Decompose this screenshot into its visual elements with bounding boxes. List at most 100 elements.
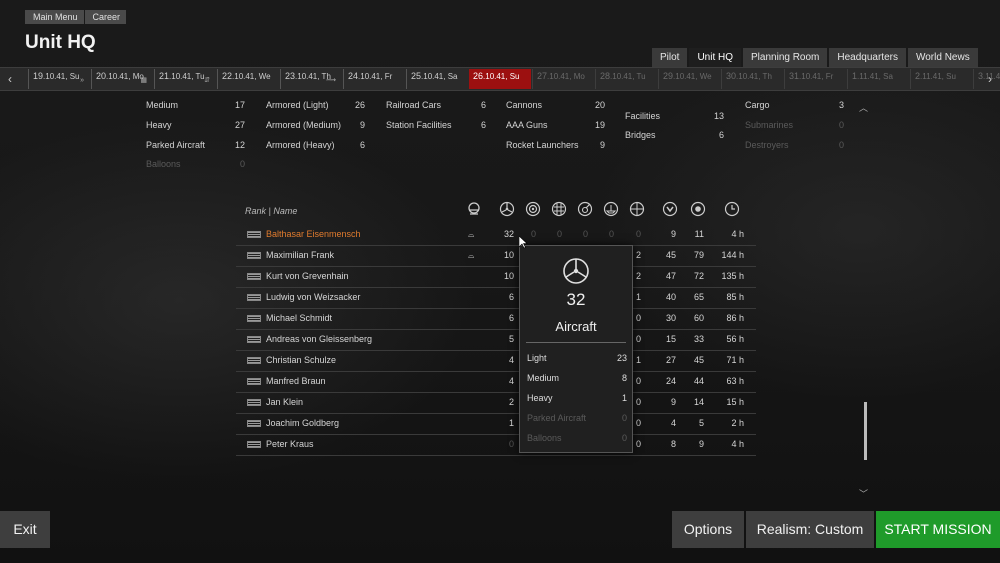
table-row[interactable]: Ludwig von Weizsacker 6 1 40 65 85 h: [236, 288, 756, 309]
scrollbar-thumb[interactable]: [864, 402, 867, 460]
medal-icon[interactable]: [662, 201, 678, 217]
row-value: 0: [508, 439, 514, 449]
timeline-date[interactable]: 25.10.41, Sa: [406, 69, 468, 89]
timeline-date[interactable]: 24.10.41, Fr: [343, 69, 405, 89]
timeline-date-text: .10.41, Fr: [358, 72, 393, 81]
timeline-date[interactable]: 31.10.41, Fr: [784, 69, 846, 89]
pilot-name: Maximilian Frank: [266, 250, 335, 260]
timeline-date[interactable]: 26.10.41, Su: [469, 69, 531, 89]
tab-world-news[interactable]: World News: [907, 48, 978, 67]
row-value: 45: [693, 355, 704, 365]
timeline-date[interactable]: 1.11.41, Sa: [847, 69, 909, 89]
realism-button[interactable]: Realism: Custom: [746, 511, 874, 548]
table-row[interactable]: Andreas von Gleissenberg 5 0 15 33 56 h: [236, 330, 756, 351]
sorties-icon[interactable]: [690, 201, 706, 217]
timeline-date[interactable]: 21.10.41, Tu ⇵: [154, 69, 216, 89]
chevron-right-icon[interactable]: ›: [980, 68, 1000, 90]
table-row[interactable]: Jan Klein 2 0 9 14 15 h: [236, 393, 756, 414]
start-mission-button[interactable]: START MISSION: [876, 511, 1000, 548]
rank-insignia-icon: [247, 420, 261, 427]
table-row[interactable]: Kurt von Grevenhain 10 2 47 72 135 h: [236, 267, 756, 288]
table-row[interactable]: Manfred Braun 4 0 24 44 63 h: [236, 372, 756, 393]
row-value: 47: [665, 271, 676, 281]
pilot-head-icon[interactable]: [466, 201, 482, 217]
stat-value: 3: [838, 100, 844, 110]
stat-value: 20: [594, 100, 605, 110]
timeline-date[interactable]: 22.10.41, We: [217, 69, 279, 89]
timeline-day: 31: [789, 71, 800, 81]
timeline-date[interactable]: 29.10.41, We: [658, 69, 720, 89]
clock-icon[interactable]: [724, 201, 740, 217]
scroll-down-icon[interactable]: ﹀: [859, 487, 868, 500]
tooltip-value: 32: [566, 290, 586, 309]
aircraft-icon[interactable]: [499, 201, 515, 217]
timeline-date-text: .10.41, Tu: [610, 72, 646, 81]
row-value: 71 h: [726, 355, 744, 365]
artillery-icon[interactable]: [577, 201, 593, 217]
stat-value: 6: [480, 100, 486, 110]
rank-insignia-icon: [247, 357, 261, 364]
stat-value: 6: [718, 130, 724, 140]
tooltip-row: Balloons 0: [527, 433, 627, 443]
timeline-date[interactable]: 30.10.41, Th: [721, 69, 783, 89]
table-row[interactable]: Christian Schulze 4 1 27 45 71 h: [236, 351, 756, 372]
chevron-left-icon[interactable]: ‹: [0, 68, 20, 90]
stat-value: 19: [594, 120, 605, 130]
breadcrumb-main-menu[interactable]: Main Menu: [25, 10, 84, 24]
target-icon[interactable]: [629, 201, 645, 217]
ship-icon[interactable]: [603, 201, 619, 217]
table-row[interactable]: Balthasar Eisenmensch ⌓ 32 0 0 0 0 0 9 11 4 h: [236, 225, 756, 246]
row-value: 4: [508, 376, 514, 386]
player-pilot-icon: ⌓: [468, 251, 475, 260]
exit-button[interactable]: Exit: [0, 511, 50, 548]
timeline-date[interactable]: 2.11.41, Su: [910, 69, 972, 89]
stat-label: Armored (Light): [266, 100, 329, 110]
timeline-day: 29: [663, 71, 674, 81]
timeline-date[interactable]: 27.10.41, Mo: [532, 69, 594, 89]
tab-headquarters[interactable]: Headquarters: [829, 48, 906, 67]
row-value: 4 h: [731, 439, 744, 449]
timeline-date-text: .10.41, We: [232, 72, 271, 81]
tab-unit-hq[interactable]: Unit HQ: [689, 48, 742, 67]
mouse-cursor-icon: [519, 236, 528, 249]
timeline-date[interactable]: 23.10.41, Th ⟿: [280, 69, 342, 89]
tab-planning-room[interactable]: Planning Room: [743, 48, 828, 67]
timeline-date[interactable]: 28.10.41, Tu: [595, 69, 657, 89]
row-value: 14: [693, 397, 704, 407]
tooltip-row: Light 23: [527, 353, 627, 363]
table-row[interactable]: Michael Schmidt 6 0 30 60 86 h: [236, 309, 756, 330]
breadcrumb-career[interactable]: Career: [84, 10, 127, 24]
rank-name-header[interactable]: Rank | Name: [245, 206, 297, 216]
row-value: 0: [556, 229, 562, 239]
rank-insignia-icon: [247, 294, 261, 301]
ground-target-icon[interactable]: [525, 201, 541, 217]
timeline-day: 23: [285, 71, 296, 81]
scroll-up-icon[interactable]: ︿: [859, 101, 868, 114]
tooltip-title: Aircraft: [555, 319, 597, 334]
table-row[interactable]: Peter Kraus 0 0 8 9 4 h: [236, 435, 756, 456]
timeline-date-text: .11.41, Sa: [857, 72, 893, 81]
tab-pilot[interactable]: Pilot: [652, 48, 688, 67]
row-value: 56 h: [726, 334, 744, 344]
timeline-event-icon: ⟿: [325, 77, 336, 84]
timeline-date[interactable]: 20.10.41, Mo ▦: [91, 69, 153, 89]
row-value: 15 h: [726, 397, 744, 407]
timeline-day: 30: [726, 71, 737, 81]
rank-insignia-icon: [247, 273, 261, 280]
train-icon[interactable]: [551, 201, 567, 217]
options-button[interactable]: Options: [672, 511, 744, 548]
timeline-day: 22: [222, 71, 233, 81]
table-row[interactable]: Maximilian Frank ⌓ 10 2 45 79 144 h: [236, 246, 756, 267]
rank-insignia-icon: [247, 315, 261, 322]
rank-insignia-icon: [247, 399, 261, 406]
stat-label: Cargo: [745, 100, 770, 110]
timeline-date[interactable]: 19.10.41, Su»: [28, 69, 90, 89]
aircraft-tooltip: 32 Aircraft Light 23 Medium 8 Heavy 1 Parked A…: [519, 245, 633, 453]
tooltip-divider: [526, 342, 626, 343]
table-row[interactable]: Joachim Goldberg 1 0 4 5 2 h: [236, 414, 756, 435]
stat-value: 6: [480, 120, 486, 130]
pilot-name: Peter Kraus: [266, 439, 314, 449]
row-value: 4 h: [731, 229, 744, 239]
stat-label: Station Facilities: [386, 120, 452, 130]
timeline-day: 24: [348, 71, 359, 81]
